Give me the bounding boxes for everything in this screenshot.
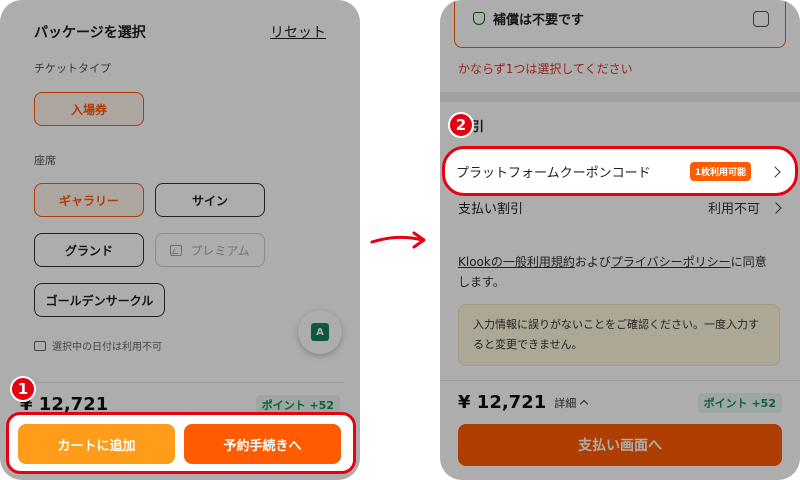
section-separator xyxy=(440,92,800,102)
insurance-checkbox[interactable] xyxy=(753,10,769,27)
calendar-unavailable-icon xyxy=(34,340,46,351)
coupon-available-badge: 1枚利用可能 xyxy=(689,162,751,181)
go-to-payment-button[interactable]: 支払い画面へ xyxy=(458,424,782,466)
payment-discount-label: 支払い割引 xyxy=(458,202,524,217)
seat-option-gallery[interactable]: ギャラリー xyxy=(34,183,144,217)
confirmation-notice: 入力情報に誤りがないことをご確認ください。一度入力すると変更できません。 xyxy=(458,304,780,366)
insurance-error: かならず1つは選択してください xyxy=(458,62,633,76)
price-details-label: 詳細 xyxy=(554,396,577,410)
footer-divider xyxy=(16,382,344,383)
seat-option-premium: プレミアム xyxy=(155,233,265,267)
arrow-right-icon xyxy=(370,231,426,249)
step-2-badge: 2 xyxy=(448,112,474,138)
unavailable-note-text: 選択中の日付は利用不可 xyxy=(52,342,162,353)
coupon-code-row[interactable]: プラットフォームクーポンコード 1枚利用可能 xyxy=(456,162,781,181)
highlight-coupon-row: プラットフォームクーポンコード 1枚利用可能 xyxy=(442,146,798,196)
ticket-type-label: チケットタイプ xyxy=(34,62,111,75)
left-phone-screen: パッケージを選択 リセット チケットタイプ 入場券 座席 ギャラリー サイン グ… xyxy=(0,0,360,480)
insurance-option[interactable]: 補償は不要です xyxy=(454,0,786,48)
terms-link[interactable]: Klookの一般利用規約 xyxy=(458,255,575,269)
package-header: パッケージを選択 リセット xyxy=(34,20,326,44)
total-price: ¥ 12,721 xyxy=(458,392,547,413)
reset-link[interactable]: リセット xyxy=(270,22,326,42)
terms-text: Klookの一般利用規約およびプライバシーポリシーに同意します。 xyxy=(458,252,778,292)
seat-option-premium-label: プレミアム xyxy=(190,243,250,258)
translate-button[interactable]: A xyxy=(298,310,342,354)
seat-option-golden-circle[interactable]: ゴールデンサークル xyxy=(34,283,165,317)
ticket-type-option[interactable]: 入場券 xyxy=(34,92,144,126)
right-phone-screen: 補償は不要です かならず1つは選択してください 割引 支払い割引 利用不可 Kl… xyxy=(440,0,800,480)
footer-divider xyxy=(440,380,800,381)
package-title: パッケージを選択 xyxy=(34,25,146,41)
payment-discount-row[interactable]: 支払い割引 利用不可 xyxy=(458,198,782,217)
proceed-booking-button[interactable]: 予約手続きへ xyxy=(184,424,341,464)
right-price-row: ¥ 12,721 詳細 ポイント +52 xyxy=(458,392,782,413)
highlight-action-buttons: カートに追加 予約手続きへ xyxy=(6,412,356,474)
step-1-badge: 1 xyxy=(10,376,36,402)
insurance-label: 補償は不要です xyxy=(493,13,585,28)
payment-discount-value: 利用不可 xyxy=(707,202,760,217)
insurance-row: 補償は不要です xyxy=(473,9,769,28)
points-badge[interactable]: ポイント +52 xyxy=(697,392,782,413)
terms-mid: および xyxy=(574,255,611,269)
seat-option-sign[interactable]: サイン xyxy=(155,183,265,217)
privacy-link[interactable]: プライバシーポリシー xyxy=(611,255,731,269)
unavailable-note: 選択中の日付は利用不可 xyxy=(34,338,162,353)
add-to-cart-button[interactable]: カートに追加 xyxy=(18,424,175,464)
price-details-link[interactable]: 詳細 xyxy=(554,395,697,411)
chevron-up-icon xyxy=(580,399,589,409)
chevron-right-icon xyxy=(769,165,781,178)
seat-option-grand[interactable]: グランド xyxy=(34,233,144,267)
shield-icon xyxy=(473,12,485,25)
coupon-code-label: プラットフォームクーポンコード xyxy=(456,166,651,181)
image-icon xyxy=(170,244,183,256)
seats-label: 座席 xyxy=(34,154,56,167)
translate-icon: A xyxy=(311,323,329,341)
chevron-right-icon xyxy=(770,201,782,214)
